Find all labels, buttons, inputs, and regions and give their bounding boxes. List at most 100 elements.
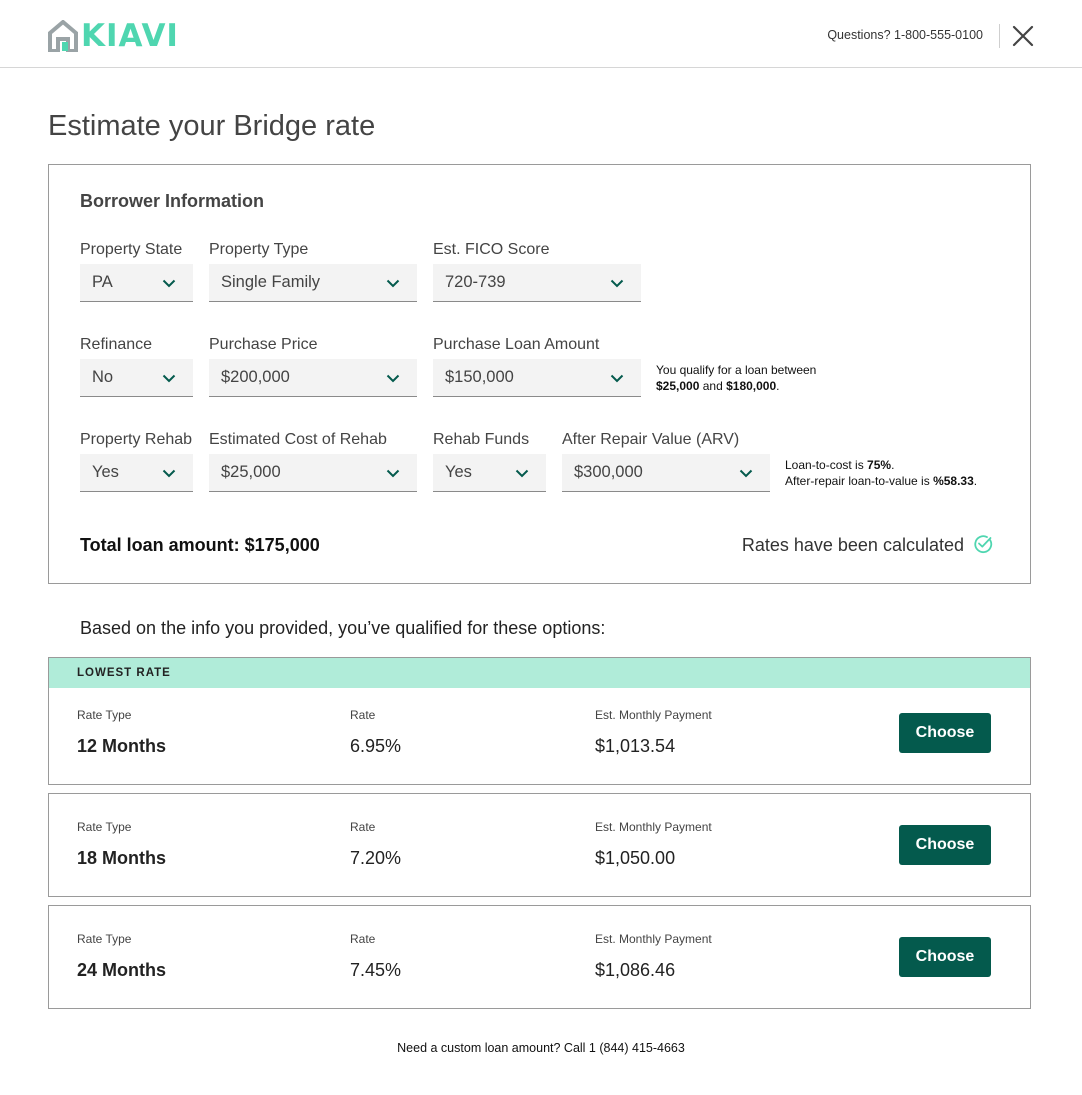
property-rehab-field: Property Rehab Yes xyxy=(80,430,193,492)
refinance-select[interactable]: No xyxy=(80,359,193,397)
select-value: $25,000 xyxy=(221,463,281,481)
choose-button[interactable]: Choose xyxy=(899,825,991,865)
payment-value: $1,050.00 xyxy=(595,848,676,868)
payment-value: $1,013.54 xyxy=(595,736,676,756)
payment-label: Est. Monthly Payment xyxy=(595,932,712,946)
rehab-funds-select[interactable]: Yes xyxy=(433,454,546,492)
max-amount: $180,000 xyxy=(726,379,777,393)
borrower-info-card: Borrower Information Property State PA P… xyxy=(48,164,1031,584)
close-icon[interactable] xyxy=(1010,23,1036,49)
choose-button[interactable]: Choose xyxy=(899,713,991,753)
rate-option-row: LOWEST RATE Rate Type 12 Months Rate 6.9… xyxy=(48,657,1031,785)
rate-type-value: 24 Months xyxy=(77,960,167,980)
badge-label: LOWEST RATE xyxy=(77,667,171,679)
rate-label: Rate xyxy=(350,708,376,722)
card-title: Borrower Information xyxy=(80,191,265,211)
support-phone[interactable]: Questions? 1-800-555-0100 xyxy=(827,28,983,42)
rehab-funds-field: Rehab Funds Yes xyxy=(433,430,546,492)
total-loan-amount: Total loan amount: $175,000 xyxy=(80,535,320,555)
property-state-field: Property State PA xyxy=(80,240,193,302)
chevron-down-icon xyxy=(610,279,624,288)
field-label: Rehab Funds xyxy=(433,431,530,448)
note-line: $25,000 and $180,000. xyxy=(656,378,816,394)
arv-field: After Repair Value (ARV) $300,000 xyxy=(562,430,770,492)
purchase-loan-field: Purchase Loan Amount $150,000 xyxy=(433,335,641,397)
field-label: Refinance xyxy=(80,336,153,353)
rate-option-row: Rate Type 18 Months Rate 7.20% Est. Mont… xyxy=(48,793,1031,897)
fico-score-field: Est. FICO Score 720-739 xyxy=(433,240,641,302)
payment-value: $1,086.46 xyxy=(595,960,676,980)
rate-type-label: Rate Type xyxy=(77,708,132,722)
payment-label: Est. Monthly Payment xyxy=(595,820,712,834)
field-label: Estimated Cost of Rehab xyxy=(209,431,387,448)
loan-range-note: You qualify for a loan between $25,000 a… xyxy=(656,362,816,394)
note-text: . xyxy=(973,474,978,488)
note-line: After-repair loan-to-value is %58.33. xyxy=(785,473,977,489)
lowest-rate-badge: LOWEST RATE xyxy=(49,658,1030,688)
check-circle-icon xyxy=(974,535,993,554)
purchase-price-select[interactable]: $200,000 xyxy=(209,359,417,397)
choose-button[interactable]: Choose xyxy=(899,937,991,977)
chevron-down-icon xyxy=(162,469,176,478)
rehab-cost-field: Estimated Cost of Rehab $25,000 xyxy=(209,430,417,492)
select-value: Yes xyxy=(92,463,119,481)
note-text: and xyxy=(699,379,727,393)
select-value: $150,000 xyxy=(445,368,514,386)
kiavi-logo[interactable]: KIAVI xyxy=(48,20,179,52)
chevron-down-icon xyxy=(515,469,529,478)
fico-score-select[interactable]: 720-739 xyxy=(433,264,641,302)
purchase-price-field: Purchase Price $200,000 xyxy=(209,335,417,397)
field-label: Purchase Loan Amount xyxy=(433,336,600,353)
property-type-select[interactable]: Single Family xyxy=(209,264,417,302)
rate-type-value: 18 Months xyxy=(77,848,167,868)
property-state-select[interactable]: PA xyxy=(80,264,193,302)
rates-calculated-status: Rates have been calculated xyxy=(741,535,964,555)
rate-type-label: Rate Type xyxy=(77,932,132,946)
rate-value: 7.20% xyxy=(350,848,402,868)
header-divider xyxy=(999,24,1000,48)
chevron-down-icon xyxy=(386,469,400,478)
field-label: Property Rehab xyxy=(80,431,193,448)
loan-ratio-note: Loan-to-cost is 75%. After-repair loan-t… xyxy=(785,457,977,489)
rate-type-value: 12 Months xyxy=(77,736,167,756)
field-label: After Repair Value (ARV) xyxy=(562,431,740,448)
note-text: . xyxy=(891,458,895,472)
arv-select[interactable]: $300,000 xyxy=(562,454,770,492)
select-value: Single Family xyxy=(221,273,321,291)
chevron-down-icon xyxy=(739,469,753,478)
property-type-field: Property Type Single Family xyxy=(209,240,417,302)
top-header: KIAVI Questions? 1-800-555-0100 xyxy=(0,0,1082,68)
select-value: No xyxy=(92,368,114,386)
page-title: Estimate your Bridge rate xyxy=(48,110,376,142)
chevron-down-icon xyxy=(610,374,624,383)
rate-label: Rate xyxy=(350,820,376,834)
purchase-loan-select[interactable]: $150,000 xyxy=(433,359,641,397)
field-label: Property Type xyxy=(209,241,309,258)
rate-value: 6.95% xyxy=(350,736,402,756)
house-icon xyxy=(48,20,78,52)
note-text: Loan-to-cost is xyxy=(785,458,868,472)
ltc-value: 75% xyxy=(867,458,892,472)
select-value: $300,000 xyxy=(574,463,643,481)
property-rehab-select[interactable]: Yes xyxy=(80,454,193,492)
rate-option-row: Rate Type 24 Months Rate 7.45% Est. Mont… xyxy=(48,905,1031,1009)
field-label: Property State xyxy=(80,241,183,258)
min-amount: $25,000 xyxy=(656,379,700,393)
chevron-down-icon xyxy=(386,279,400,288)
rate-label: Rate xyxy=(350,932,376,946)
refinance-field: Refinance No xyxy=(80,335,193,397)
rate-value: 7.45% xyxy=(350,960,402,980)
qualified-heading: Based on the info you provided, you’ve q… xyxy=(80,618,606,638)
chevron-down-icon xyxy=(162,279,176,288)
custom-loan-note[interactable]: Need a custom loan amount? Call 1 (844) … xyxy=(0,1041,1082,1055)
arv-ltv-value: %58.33 xyxy=(933,474,974,488)
select-value: $200,000 xyxy=(221,368,290,386)
brand-name: KIAVI xyxy=(81,18,179,54)
select-value: Yes xyxy=(445,463,472,481)
chevron-down-icon xyxy=(386,374,400,383)
select-value: 720-739 xyxy=(445,273,506,291)
rehab-cost-select[interactable]: $25,000 xyxy=(209,454,417,492)
note-line: Loan-to-cost is 75%. xyxy=(785,457,977,473)
select-value: PA xyxy=(92,273,113,291)
note-line: You qualify for a loan between xyxy=(656,363,817,377)
